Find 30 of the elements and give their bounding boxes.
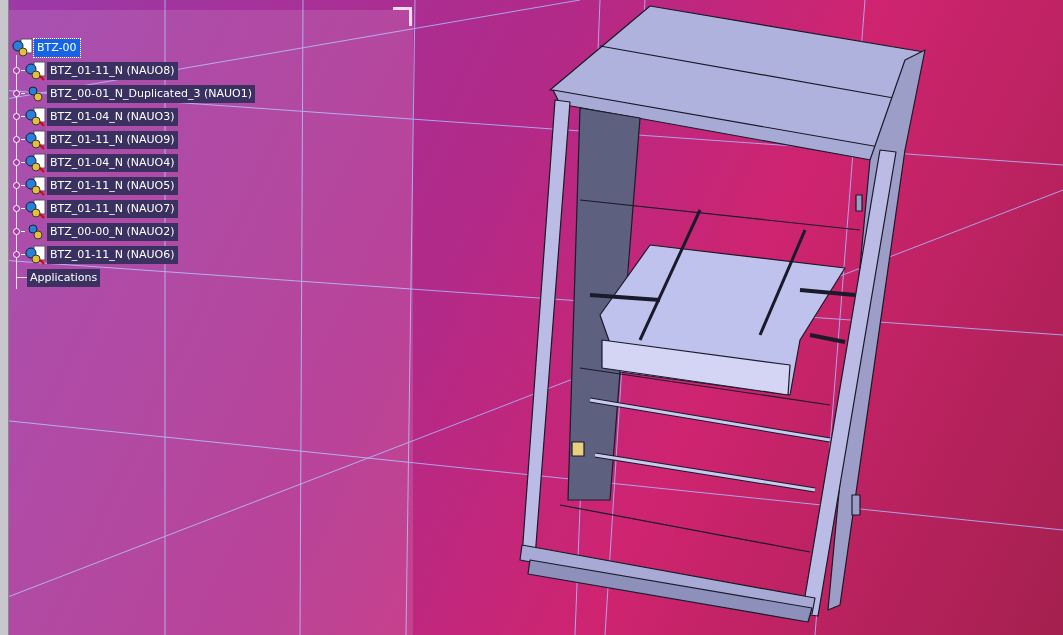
3d-viewport[interactable] (0, 0, 1063, 635)
tree-node-connector (13, 159, 25, 166)
tree-item[interactable]: BTZ_01-11_N (NAUO8) (47, 61, 178, 80)
product-icon (25, 175, 47, 196)
product-icon (25, 244, 47, 265)
tree-node-connector (13, 136, 25, 143)
tree-item[interactable]: BTZ_00-01_N_Duplicated_3 (NAUO1) (47, 84, 255, 103)
tree-item[interactable]: BTZ_01-11_N (NAUO7) (47, 199, 178, 218)
tree-node-connector (13, 67, 25, 74)
tree-item[interactable]: BTZ_01-11_N (NAUO9) (47, 130, 178, 149)
product-icon (25, 152, 47, 173)
tree-item[interactable]: BTZ_01-04_N (NAUO3) (47, 107, 178, 126)
tree-item[interactable]: BTZ_01-11_N (NAUO5) (47, 176, 178, 195)
tree-node-connector (13, 228, 25, 235)
tree-node-connector (13, 205, 25, 212)
tree-item[interactable]: BTZ_00-00_N (NAUO2) (47, 222, 178, 241)
product-icon (12, 37, 34, 58)
tree-node-connector (13, 90, 25, 97)
tree-item[interactable]: BTZ_01-11_N (NAUO6) (47, 245, 178, 264)
product-icon (25, 198, 47, 219)
product-icon (25, 129, 47, 150)
corner-mark (393, 7, 412, 26)
tree-item[interactable]: BTZ-00 (34, 38, 80, 57)
tree-item[interactable]: Applications (27, 268, 101, 287)
tree-node-connector (13, 251, 25, 258)
tree-node-connector (13, 182, 25, 189)
tree-item[interactable]: BTZ_01-04_N (NAUO4) (47, 153, 178, 172)
product-icon (25, 60, 47, 81)
tree-node-connector (13, 113, 25, 120)
product-icon (25, 106, 47, 127)
